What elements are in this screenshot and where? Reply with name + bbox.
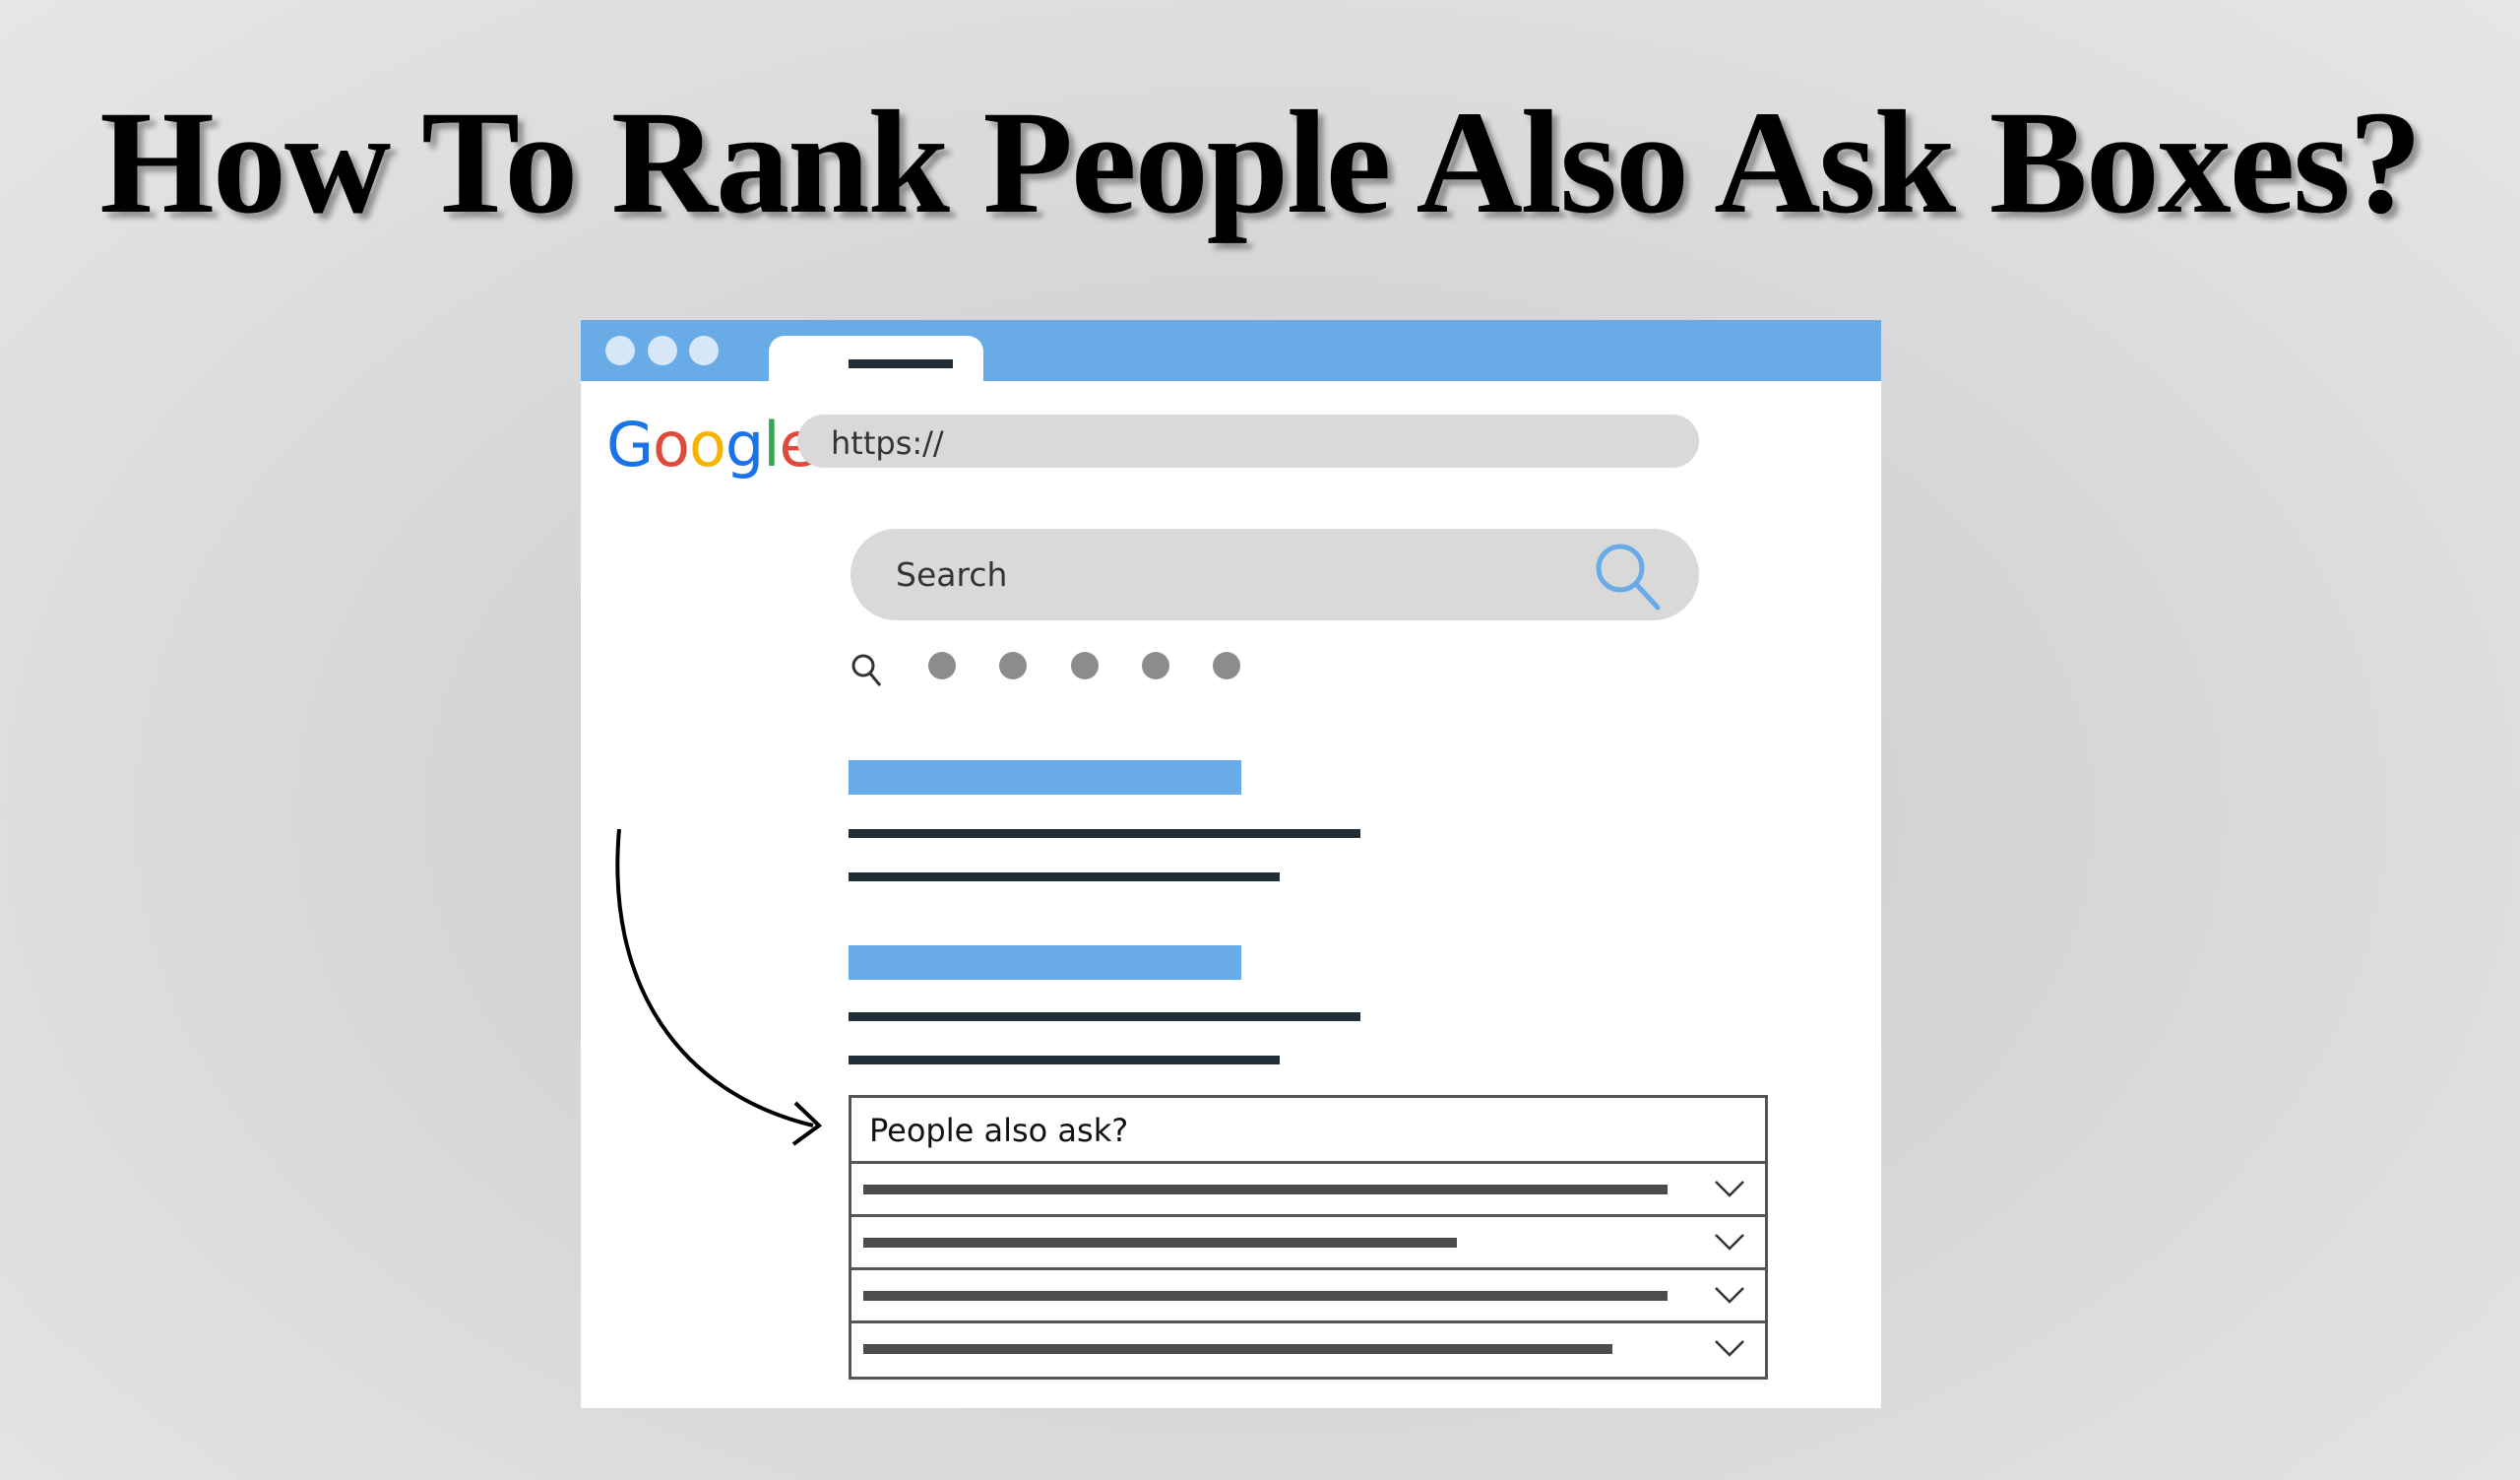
window-dot[interactable] [648,336,677,365]
result-title-bar[interactable] [849,760,1241,795]
logo-letter: o [688,409,726,481]
page-title: How To Rank People Also Ask Boxes? [99,81,2423,244]
people-also-ask-box: People also ask? [849,1095,1768,1380]
browser-window: Google https:// Search People also ask? [581,320,1881,1408]
paa-question-row[interactable] [851,1164,1765,1217]
search-tab-dot[interactable] [1142,652,1169,679]
search-tab-dot[interactable] [999,652,1027,679]
search-input[interactable]: Search [850,529,1699,620]
google-logo: Google [606,409,817,481]
window-dot[interactable] [605,336,635,365]
chevron-down-icon[interactable] [1714,1337,1745,1359]
search-tab-dot[interactable] [928,652,956,679]
paa-question-row[interactable] [851,1270,1765,1323]
result-snippet-line [849,829,1360,838]
paa-heading: People also ask? [851,1098,1765,1164]
result-snippet-line [849,872,1280,881]
chevron-down-icon[interactable] [1714,1284,1745,1306]
result-snippet-line [849,1012,1360,1021]
logo-letter: G [606,409,654,481]
browser-top-bar [581,320,1881,381]
paa-question-placeholder [863,1238,1458,1248]
paa-question-placeholder [863,1291,1668,1301]
search-tab-dot[interactable] [1213,652,1240,679]
search-placeholder: Search [896,555,1008,594]
chevron-down-icon[interactable] [1714,1178,1745,1199]
paa-question-placeholder [863,1344,1612,1354]
result-title-bar[interactable] [849,945,1241,980]
logo-letter: l [763,409,780,481]
tab-title-placeholder [849,359,953,368]
url-text: https:// [831,424,944,462]
search-tab-dot[interactable] [1071,652,1099,679]
search-icon-small[interactable] [850,653,884,688]
search-icon[interactable] [1593,541,1664,611]
paa-question-placeholder [863,1185,1668,1194]
paa-heading-text: People also ask? [869,1112,1129,1149]
paa-question-row[interactable] [851,1323,1765,1377]
logo-letter: g [724,409,764,481]
window-dot[interactable] [689,336,719,365]
result-snippet-line [849,1056,1280,1064]
address-bar[interactable]: https:// [797,415,1699,468]
chevron-down-icon[interactable] [1714,1231,1745,1253]
paa-question-row[interactable] [851,1217,1765,1270]
logo-letter: o [653,409,690,481]
browser-tab[interactable] [769,336,983,381]
